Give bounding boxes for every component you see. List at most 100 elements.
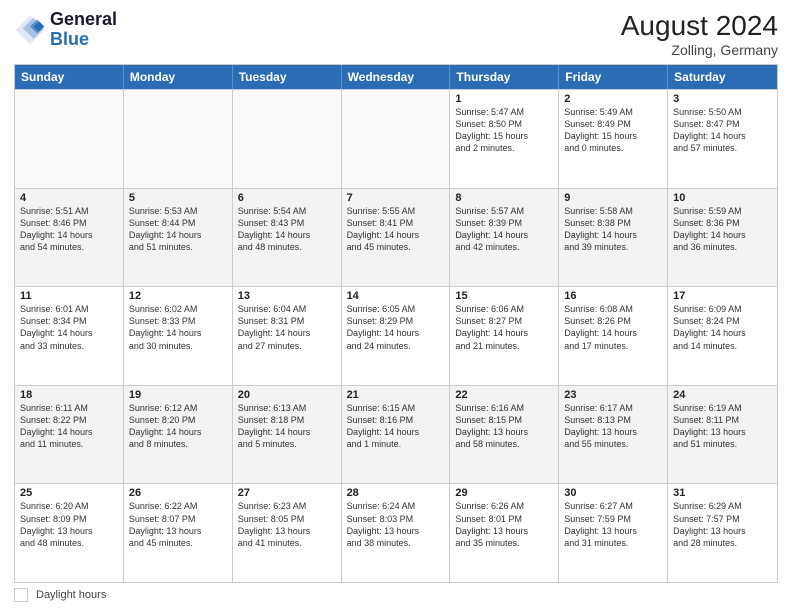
day-info: Sunrise: 5:59 AM Sunset: 8:36 PM Dayligh… — [673, 205, 772, 254]
cal-header-day: Monday — [124, 65, 233, 89]
day-number: 9 — [564, 192, 662, 204]
day-number: 29 — [455, 487, 553, 499]
cal-header-day: Wednesday — [342, 65, 451, 89]
day-info: Sunrise: 6:29 AM Sunset: 7:57 PM Dayligh… — [673, 500, 772, 549]
day-number: 17 — [673, 290, 772, 302]
day-number: 3 — [673, 93, 772, 105]
cal-cell-day: 27Sunrise: 6:23 AM Sunset: 8:05 PM Dayli… — [233, 484, 342, 582]
day-number: 16 — [564, 290, 662, 302]
cal-cell-day: 14Sunrise: 6:05 AM Sunset: 8:29 PM Dayli… — [342, 287, 451, 385]
day-info: Sunrise: 6:13 AM Sunset: 8:18 PM Dayligh… — [238, 402, 336, 451]
day-number: 21 — [347, 389, 445, 401]
day-number: 13 — [238, 290, 336, 302]
day-number: 14 — [347, 290, 445, 302]
logo: General Blue — [14, 10, 117, 50]
cal-cell-empty — [124, 90, 233, 188]
cal-cell-empty — [233, 90, 342, 188]
day-info: Sunrise: 5:55 AM Sunset: 8:41 PM Dayligh… — [347, 205, 445, 254]
cal-cell-day: 11Sunrise: 6:01 AM Sunset: 8:34 PM Dayli… — [15, 287, 124, 385]
day-number: 6 — [238, 192, 336, 204]
day-number: 18 — [20, 389, 118, 401]
cal-cell-day: 18Sunrise: 6:11 AM Sunset: 8:22 PM Dayli… — [15, 386, 124, 484]
calendar-row: 11Sunrise: 6:01 AM Sunset: 8:34 PM Dayli… — [15, 286, 777, 385]
cal-cell-day: 17Sunrise: 6:09 AM Sunset: 8:24 PM Dayli… — [668, 287, 777, 385]
cal-cell-day: 20Sunrise: 6:13 AM Sunset: 8:18 PM Dayli… — [233, 386, 342, 484]
day-number: 7 — [347, 192, 445, 204]
cal-cell-day: 15Sunrise: 6:06 AM Sunset: 8:27 PM Dayli… — [450, 287, 559, 385]
location: Zolling, Germany — [621, 42, 778, 58]
day-info: Sunrise: 5:54 AM Sunset: 8:43 PM Dayligh… — [238, 205, 336, 254]
day-number: 31 — [673, 487, 772, 499]
logo-text: General Blue — [50, 10, 117, 50]
day-info: Sunrise: 6:02 AM Sunset: 8:33 PM Dayligh… — [129, 303, 227, 352]
cal-cell-day: 28Sunrise: 6:24 AM Sunset: 8:03 PM Dayli… — [342, 484, 451, 582]
cal-cell-day: 6Sunrise: 5:54 AM Sunset: 8:43 PM Daylig… — [233, 189, 342, 287]
day-number: 25 — [20, 487, 118, 499]
day-info: Sunrise: 6:22 AM Sunset: 8:07 PM Dayligh… — [129, 500, 227, 549]
cal-cell-day: 4Sunrise: 5:51 AM Sunset: 8:46 PM Daylig… — [15, 189, 124, 287]
day-number: 20 — [238, 389, 336, 401]
day-number: 8 — [455, 192, 553, 204]
cal-header-day: Saturday — [668, 65, 777, 89]
cal-header-day: Tuesday — [233, 65, 342, 89]
day-info: Sunrise: 6:27 AM Sunset: 7:59 PM Dayligh… — [564, 500, 662, 549]
day-info: Sunrise: 5:49 AM Sunset: 8:49 PM Dayligh… — [564, 106, 662, 155]
logo-icon — [14, 14, 46, 46]
legend-box — [14, 588, 28, 602]
header: General Blue August 2024 Zolling, German… — [14, 10, 778, 58]
day-number: 2 — [564, 93, 662, 105]
cal-cell-day: 1Sunrise: 5:47 AM Sunset: 8:50 PM Daylig… — [450, 90, 559, 188]
calendar-row: 25Sunrise: 6:20 AM Sunset: 8:09 PM Dayli… — [15, 483, 777, 582]
day-info: Sunrise: 5:57 AM Sunset: 8:39 PM Dayligh… — [455, 205, 553, 254]
cal-cell-day: 22Sunrise: 6:16 AM Sunset: 8:15 PM Dayli… — [450, 386, 559, 484]
cal-cell-day: 13Sunrise: 6:04 AM Sunset: 8:31 PM Dayli… — [233, 287, 342, 385]
day-info: Sunrise: 5:58 AM Sunset: 8:38 PM Dayligh… — [564, 205, 662, 254]
day-number: 1 — [455, 93, 553, 105]
cal-cell-day: 24Sunrise: 6:19 AM Sunset: 8:11 PM Dayli… — [668, 386, 777, 484]
day-info: Sunrise: 5:53 AM Sunset: 8:44 PM Dayligh… — [129, 205, 227, 254]
day-info: Sunrise: 6:16 AM Sunset: 8:15 PM Dayligh… — [455, 402, 553, 451]
day-number: 19 — [129, 389, 227, 401]
day-number: 26 — [129, 487, 227, 499]
day-info: Sunrise: 6:12 AM Sunset: 8:20 PM Dayligh… — [129, 402, 227, 451]
cal-cell-empty — [342, 90, 451, 188]
day-info: Sunrise: 6:01 AM Sunset: 8:34 PM Dayligh… — [20, 303, 118, 352]
logo-line1: General — [50, 10, 117, 30]
day-info: Sunrise: 6:08 AM Sunset: 8:26 PM Dayligh… — [564, 303, 662, 352]
day-number: 27 — [238, 487, 336, 499]
cal-cell-day: 10Sunrise: 5:59 AM Sunset: 8:36 PM Dayli… — [668, 189, 777, 287]
day-number: 24 — [673, 389, 772, 401]
day-info: Sunrise: 6:24 AM Sunset: 8:03 PM Dayligh… — [347, 500, 445, 549]
cal-header-day: Thursday — [450, 65, 559, 89]
cal-header-day: Friday — [559, 65, 668, 89]
day-info: Sunrise: 6:04 AM Sunset: 8:31 PM Dayligh… — [238, 303, 336, 352]
day-number: 5 — [129, 192, 227, 204]
day-info: Sunrise: 6:05 AM Sunset: 8:29 PM Dayligh… — [347, 303, 445, 352]
day-number: 15 — [455, 290, 553, 302]
day-info: Sunrise: 6:20 AM Sunset: 8:09 PM Dayligh… — [20, 500, 118, 549]
cal-cell-day: 23Sunrise: 6:17 AM Sunset: 8:13 PM Dayli… — [559, 386, 668, 484]
day-number: 22 — [455, 389, 553, 401]
day-info: Sunrise: 6:11 AM Sunset: 8:22 PM Dayligh… — [20, 402, 118, 451]
cal-cell-day: 8Sunrise: 5:57 AM Sunset: 8:39 PM Daylig… — [450, 189, 559, 287]
calendar-body: 1Sunrise: 5:47 AM Sunset: 8:50 PM Daylig… — [15, 89, 777, 582]
cal-cell-day: 7Sunrise: 5:55 AM Sunset: 8:41 PM Daylig… — [342, 189, 451, 287]
logo-line2: Blue — [50, 30, 117, 50]
day-number: 30 — [564, 487, 662, 499]
day-info: Sunrise: 6:17 AM Sunset: 8:13 PM Dayligh… — [564, 402, 662, 451]
day-info: Sunrise: 6:15 AM Sunset: 8:16 PM Dayligh… — [347, 402, 445, 451]
calendar: SundayMondayTuesdayWednesdayThursdayFrid… — [14, 64, 778, 583]
day-number: 11 — [20, 290, 118, 302]
cal-cell-day: 25Sunrise: 6:20 AM Sunset: 8:09 PM Dayli… — [15, 484, 124, 582]
day-number: 28 — [347, 487, 445, 499]
cal-cell-day: 21Sunrise: 6:15 AM Sunset: 8:16 PM Dayli… — [342, 386, 451, 484]
day-number: 10 — [673, 192, 772, 204]
day-info: Sunrise: 6:09 AM Sunset: 8:24 PM Dayligh… — [673, 303, 772, 352]
day-info: Sunrise: 6:06 AM Sunset: 8:27 PM Dayligh… — [455, 303, 553, 352]
cal-cell-day: 9Sunrise: 5:58 AM Sunset: 8:38 PM Daylig… — [559, 189, 668, 287]
calendar-row: 4Sunrise: 5:51 AM Sunset: 8:46 PM Daylig… — [15, 188, 777, 287]
cal-cell-day: 19Sunrise: 6:12 AM Sunset: 8:20 PM Dayli… — [124, 386, 233, 484]
title-block: August 2024 Zolling, Germany — [621, 10, 778, 58]
day-info: Sunrise: 6:23 AM Sunset: 8:05 PM Dayligh… — [238, 500, 336, 549]
month-year: August 2024 — [621, 10, 778, 42]
